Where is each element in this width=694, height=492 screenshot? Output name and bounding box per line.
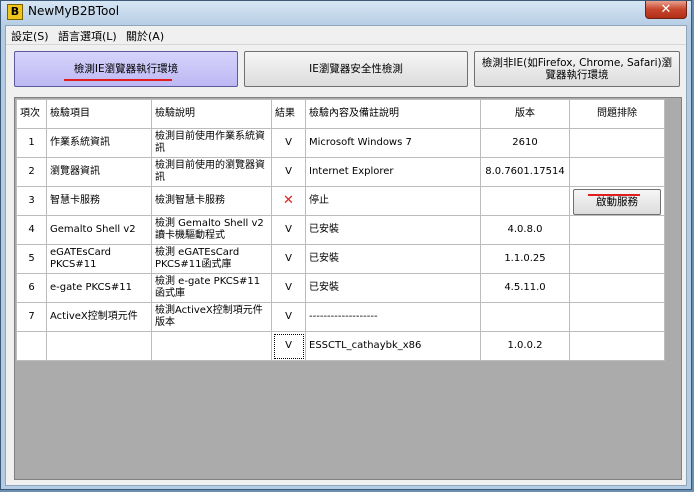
- result-check: V: [271, 128, 306, 158]
- column-header: 版本: [480, 99, 570, 129]
- check-content: Microsoft Windows 7: [305, 128, 481, 158]
- result-fail-icon: ✕: [271, 186, 306, 216]
- ie-security-check-button[interactable]: IE瀏覽器安全性檢測: [244, 51, 468, 87]
- check-content: -------------------: [305, 302, 481, 332]
- highlight-underline: [64, 79, 172, 81]
- check-item: [46, 331, 152, 361]
- fix-cell: [569, 331, 665, 361]
- column-header: 項次: [16, 99, 47, 129]
- check-item: e-gate PKCS#11: [46, 273, 152, 303]
- result-check: V: [271, 244, 306, 274]
- ie-security-check-label: IE瀏覽器安全性檢測: [309, 63, 403, 75]
- app-window: B NewMyB2BTool ✕ 設定(S) 語言選項(L) 關於(A) 檢測I…: [0, 0, 692, 490]
- column-header: 檢驗內容及備註說明: [305, 99, 481, 129]
- result-check: V: [271, 157, 306, 187]
- fix-cell: [569, 273, 665, 303]
- table-row[interactable]: 3 智慧卡服務 檢測智慧卡服務 ✕ 停止 啟動服務: [16, 186, 665, 216]
- close-button[interactable]: ✕: [645, 1, 687, 19]
- check-description: 檢測智慧卡服務: [151, 186, 272, 216]
- app-logo-icon: B: [7, 4, 23, 20]
- check-item: eGATEsCard PKCS#11: [46, 244, 152, 274]
- check-description: 檢測目前使用的瀏覽器資訊: [151, 157, 272, 187]
- table-row[interactable]: 5 eGATEsCard PKCS#11 檢測 eGATEsCard PKCS#…: [16, 244, 665, 274]
- check-description: 檢測 eGATEsCard PKCS#11函式庫: [151, 244, 272, 274]
- title-bar[interactable]: B NewMyB2BTool ✕: [1, 1, 691, 23]
- result-check: V: [271, 331, 306, 361]
- menu-bar: 設定(S) 語言選項(L) 關於(A): [6, 26, 686, 45]
- row-number: 3: [16, 186, 47, 216]
- check-content: 已安裝: [305, 273, 481, 303]
- table-row[interactable]: V ESSCTL_cathaybk_x86 1.0.0.2: [16, 331, 665, 361]
- version: 8.0.7601.17514: [480, 157, 570, 187]
- menu-settings[interactable]: 設定(S): [11, 28, 49, 44]
- table-row[interactable]: 4 Gemalto Shell v2 檢測 Gemalto Shell v2 讀…: [16, 215, 665, 245]
- table-row[interactable]: 6 e-gate PKCS#11 檢測 e-gate PKCS#11函式庫 V …: [16, 273, 665, 303]
- client-area: 設定(S) 語言選項(L) 關於(A) 檢測IE瀏覽器執行環境 IE瀏覽器安全性…: [5, 25, 687, 486]
- check-ie-environment-label: 檢測IE瀏覽器執行環境: [73, 63, 179, 75]
- check-content: ESSCTL_cathaybk_x86: [305, 331, 481, 361]
- results-table: 項次 檢驗項目 檢驗說明 結果 檢驗內容及備註說明 版本 問題排除 1 作業系統…: [16, 99, 665, 361]
- table-row[interactable]: 7 ActiveX控制項元件 檢測ActiveX控制項元件版本 V ------…: [16, 302, 665, 332]
- row-number: 4: [16, 215, 47, 245]
- result-check: V: [271, 215, 306, 245]
- fix-cell: [569, 215, 665, 245]
- version: 2610: [480, 128, 570, 158]
- check-non-ie-environment-button[interactable]: 檢測非IE(如Firefox, Chrome, Safari)瀏覽器執行環境: [474, 51, 680, 87]
- fix-highlight-underline: [588, 194, 640, 196]
- result-check: V: [271, 302, 306, 332]
- check-content: 已安裝: [305, 215, 481, 245]
- check-ie-environment-button[interactable]: 檢測IE瀏覽器執行環境: [14, 51, 238, 87]
- column-header: 結果: [271, 99, 306, 129]
- fix-cell: [569, 128, 665, 158]
- row-number: [16, 331, 47, 361]
- row-number: 2: [16, 157, 47, 187]
- check-item: ActiveX控制項元件: [46, 302, 152, 332]
- check-description: 檢測 e-gate PKCS#11函式庫: [151, 273, 272, 303]
- menu-about[interactable]: 關於(A): [126, 28, 164, 44]
- menu-language[interactable]: 語言選項(L): [58, 28, 117, 44]
- column-header: 檢驗項目: [46, 99, 152, 129]
- column-header: 檢驗說明: [151, 99, 272, 129]
- check-results-grid[interactable]: 項次 檢驗項目 檢驗說明 結果 檢驗內容及備註說明 版本 問題排除 1 作業系統…: [14, 97, 682, 480]
- column-header: 問題排除: [569, 99, 665, 129]
- start-service-button[interactable]: 啟動服務: [573, 189, 661, 215]
- check-content: Internet Explorer: [305, 157, 481, 187]
- fix-cell: 啟動服務: [569, 186, 665, 216]
- version: 1.1.0.25: [480, 244, 570, 274]
- fix-cell: [569, 244, 665, 274]
- version: 1.0.0.2: [480, 331, 570, 361]
- check-description: [151, 331, 272, 361]
- row-number: 6: [16, 273, 47, 303]
- check-item: Gemalto Shell v2: [46, 215, 152, 245]
- table-row[interactable]: 2 瀏覽器資訊 檢測目前使用的瀏覽器資訊 V Internet Explorer…: [16, 157, 665, 187]
- check-description: 檢測 Gemalto Shell v2 讀卡機驅動程式: [151, 215, 272, 245]
- check-content: 停止: [305, 186, 481, 216]
- version: 4.5.11.0: [480, 273, 570, 303]
- row-number: 7: [16, 302, 47, 332]
- check-item: 瀏覽器資訊: [46, 157, 152, 187]
- version: [480, 302, 570, 332]
- check-non-ie-environment-label: 檢測非IE(如Firefox, Chrome, Safari)瀏覽器執行環境: [481, 57, 673, 81]
- check-description: 檢測ActiveX控制項元件版本: [151, 302, 272, 332]
- row-number: 5: [16, 244, 47, 274]
- check-content: 已安裝: [305, 244, 481, 274]
- fix-cell: [569, 302, 665, 332]
- fix-cell: [569, 157, 665, 187]
- window-title: NewMyB2BTool: [28, 4, 120, 18]
- version: 4.0.8.0: [480, 215, 570, 245]
- table-row[interactable]: 1 作業系統資訊 檢測目前使用作業系統資訊 V Microsoft Window…: [16, 128, 665, 158]
- check-item: 作業系統資訊: [46, 128, 152, 158]
- check-item: 智慧卡服務: [46, 186, 152, 216]
- table-header-row: 項次 檢驗項目 檢驗說明 結果 檢驗內容及備註說明 版本 問題排除: [16, 99, 665, 129]
- check-description: 檢測目前使用作業系統資訊: [151, 128, 272, 158]
- result-check: V: [271, 273, 306, 303]
- row-number: 1: [16, 128, 47, 158]
- version: [480, 186, 570, 216]
